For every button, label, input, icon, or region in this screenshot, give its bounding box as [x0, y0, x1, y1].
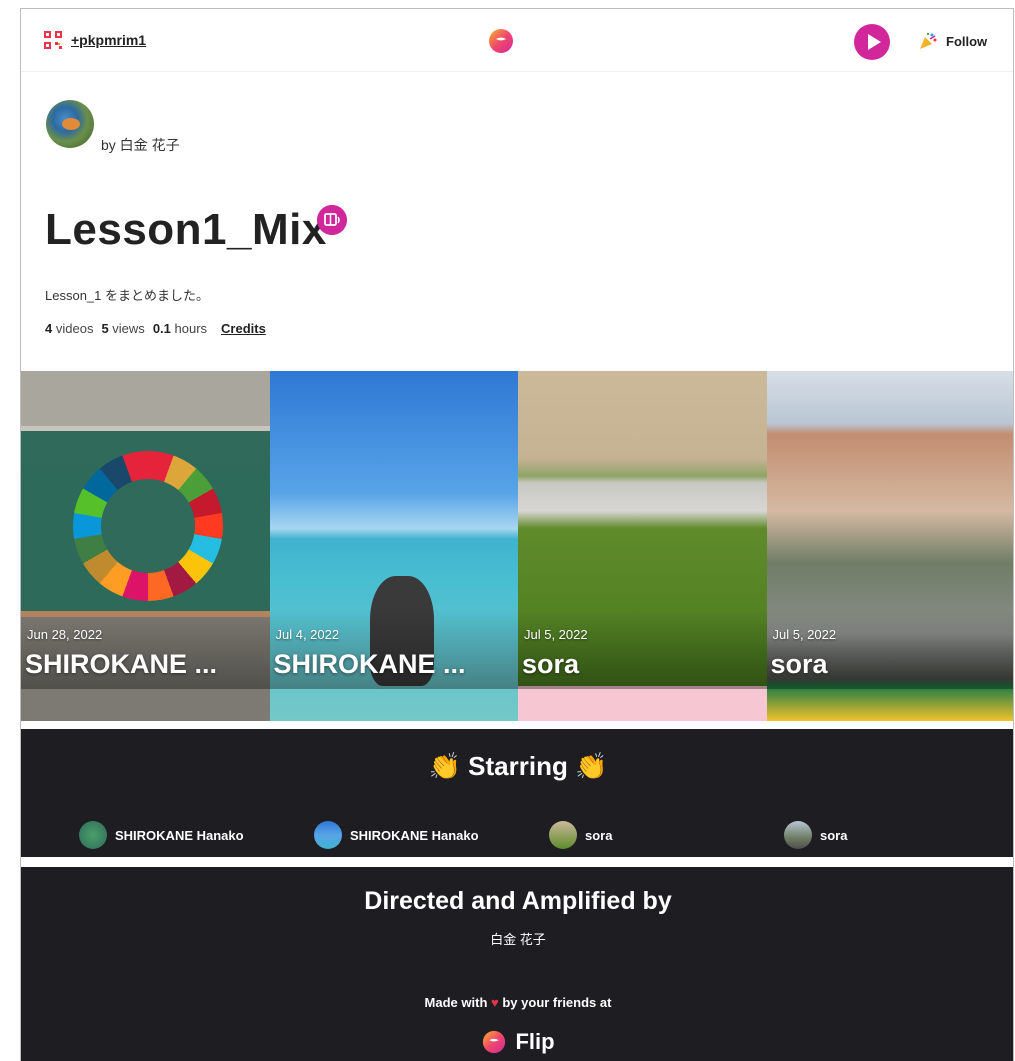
- page-frame: +pkpmrim1 Follow by 白金 花子 Lesson1_Mix Le…: [20, 8, 1014, 1061]
- credits-link[interactable]: Credits: [221, 321, 266, 336]
- avatar: [784, 821, 812, 849]
- avatar: [314, 821, 342, 849]
- section-divider: [21, 857, 1013, 863]
- cast-list: SHIROKANE Hanako SHIROKANE Hanako sora s…: [79, 821, 1013, 849]
- clapping-hands-icon: 👏: [575, 751, 608, 781]
- flip-brand-link[interactable]: Flip: [21, 1029, 1013, 1055]
- hours-stat: 0.1 hours: [152, 321, 208, 336]
- video-card[interactable]: Jun 28, 2022 SHIROKANE ...: [21, 371, 270, 721]
- video-author: SHIROKANE ...: [25, 649, 218, 679]
- starring-section: 👏 Starring 👏 SHIROKANE Hanako SHIROKANE …: [21, 729, 1013, 857]
- video-author: sora: [770, 649, 828, 679]
- cast-member[interactable]: SHIROKANE Hanako: [314, 821, 549, 849]
- flip-logo-icon[interactable]: [487, 27, 515, 55]
- cast-member-name: SHIROKANE Hanako: [350, 827, 479, 843]
- videos-stat: 4 videos: [45, 321, 94, 336]
- starring-heading: 👏 Starring 👏: [428, 751, 608, 781]
- made-with-text: Made with ♥ by your friends at: [424, 995, 612, 1010]
- video-date: Jul 4, 2022: [275, 627, 340, 642]
- cast-member[interactable]: SHIROKANE Hanako: [79, 821, 314, 849]
- mix-stats: 4 videos 5 views 0.1 hours Credits: [45, 321, 266, 336]
- avatar: [79, 821, 107, 849]
- views-stat: 5 views: [101, 321, 145, 336]
- video-author: sora: [522, 649, 580, 679]
- follow-button[interactable]: Follow: [918, 29, 987, 53]
- cast-member[interactable]: sora: [549, 821, 784, 849]
- video-author: SHIROKANE ...: [273, 649, 466, 679]
- flip-logo-icon: [483, 1030, 506, 1054]
- page-description: Lesson_1 をまとめました。: [45, 288, 209, 303]
- creator-avatar[interactable]: [46, 100, 94, 148]
- party-popper-icon: [920, 32, 937, 49]
- video-card[interactable]: Jul 5, 2022 sora: [518, 371, 767, 721]
- video-date: Jun 28, 2022: [27, 627, 103, 642]
- directed-by-heading: Directed and Amplified by: [364, 887, 672, 915]
- page-title: Lesson1_Mix: [45, 205, 327, 254]
- heart-icon: ♥: [491, 995, 499, 1010]
- video-card[interactable]: Jul 5, 2022 sora: [766, 371, 1013, 721]
- play-all-button[interactable]: [854, 24, 890, 60]
- flip-brand-name: Flip: [515, 1029, 555, 1054]
- video-date: Jul 5, 2022: [524, 627, 588, 642]
- sdg-wheel-image: [73, 451, 223, 601]
- avatar: [549, 821, 577, 849]
- video-strip: Jun 28, 2022 SHIROKANE ... Jul 4, 2022 S…: [21, 371, 1013, 721]
- qr-code-icon[interactable]: [44, 31, 62, 49]
- clapping-hands-icon: 👏: [428, 751, 461, 781]
- follow-label: Follow: [946, 33, 988, 49]
- video-card[interactable]: Jul 4, 2022 SHIROKANE ...: [269, 371, 518, 721]
- credits-footer: Directed and Amplified by 白金 花子 Made wit…: [21, 867, 1013, 1061]
- video-date: Jul 5, 2022: [772, 627, 837, 642]
- creator-byline: by 白金 花子: [101, 137, 180, 153]
- top-bar: +pkpmrim1 Follow: [21, 9, 1013, 72]
- immersive-reader-icon[interactable]: [317, 205, 347, 235]
- cast-member-name: SHIROKANE Hanako: [115, 827, 244, 843]
- join-code-link[interactable]: +pkpmrim1: [71, 32, 146, 48]
- cast-member-name: sora: [820, 827, 848, 843]
- director-name: 白金 花子: [490, 932, 546, 947]
- cast-member-name: sora: [585, 827, 613, 843]
- cast-member[interactable]: sora: [784, 821, 1013, 849]
